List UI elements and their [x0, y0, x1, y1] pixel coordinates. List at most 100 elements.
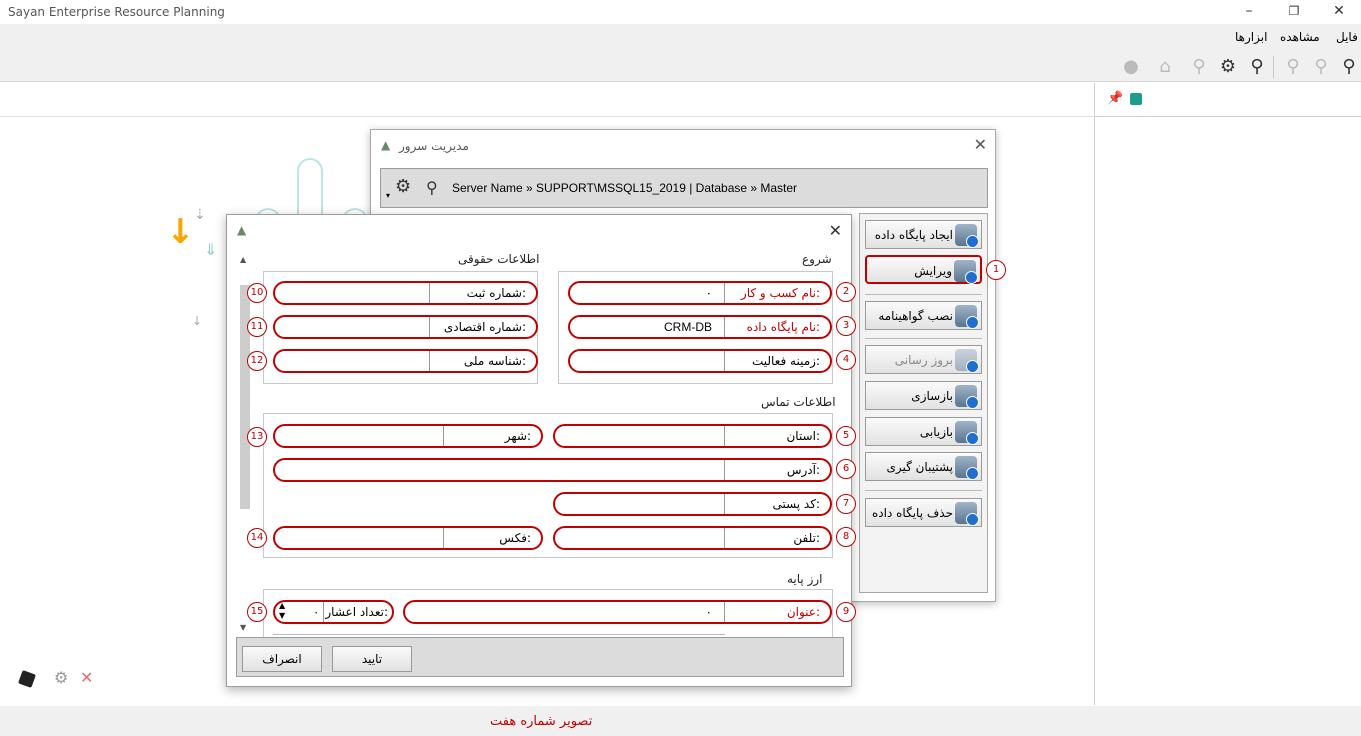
image-caption: تصویر شماره هفت [490, 714, 593, 729]
app-logo-icon: ▲ [237, 223, 247, 237]
user-icon[interactable]: ● [1120, 56, 1142, 78]
pin-icon[interactable]: 📌 [1107, 91, 1123, 106]
button-label: بازیابی [919, 425, 953, 439]
activity-field[interactable]: زمینه فعالیت: [568, 349, 832, 373]
plug-remove-icon[interactable]: ⚲ [1310, 56, 1332, 78]
work-area-header [0, 83, 1093, 117]
field-label: شماره ثبت: [466, 286, 526, 300]
scrollbar[interactable] [240, 285, 250, 509]
database-delete-icon [955, 502, 979, 526]
field-divider [724, 460, 725, 480]
right-panel-header: 📌 [1095, 83, 1361, 117]
field-value[interactable]: ٠ [313, 605, 319, 619]
button-label: پشتیبان گیری [886, 460, 953, 474]
cancel-button[interactable]: انصراف [242, 646, 322, 672]
annotation-badge: 7 [836, 494, 856, 514]
delete-database-button[interactable]: حذف پایگاه داده [865, 498, 982, 527]
minimize-icon[interactable]: – [1227, 0, 1271, 24]
fax-field[interactable]: فکس: [273, 526, 543, 550]
plug-add-icon[interactable]: ⚲ [1188, 56, 1210, 78]
update-database-button[interactable]: بروز رسانی [865, 345, 982, 374]
annotation-badge: 3 [836, 316, 856, 336]
field-divider [724, 351, 725, 371]
postal-code-field[interactable]: کد پستی: [553, 492, 832, 516]
business-name-field[interactable]: نام کسب و کار: ٠ [568, 281, 832, 305]
field-divider [724, 426, 725, 446]
menu-file[interactable]: فایل [1336, 30, 1358, 44]
plug-check-icon[interactable]: ⚲ [1282, 56, 1304, 78]
economic-number-field[interactable]: شماره اقتصادی: [273, 315, 538, 339]
decimals-stepper[interactable]: تعداد اعشار: ٠ ▲ ▼ [273, 600, 394, 624]
phone-field[interactable]: تلفن: [553, 526, 832, 550]
field-label: شماره اقتصادی: [443, 320, 526, 334]
annotation-badge: 8 [836, 527, 856, 547]
field-divider [429, 351, 430, 371]
annotation-badge: 11 [247, 317, 267, 337]
plug-connect-icon[interactable]: ⚲ [1338, 56, 1360, 78]
province-field[interactable]: استان: [553, 424, 832, 448]
menu-toolbar: فایل مشاهده ابزارها ● ⌂ ⚲ ⚙ ⚲ ⚲ ⚲ ⚲ [0, 24, 1361, 82]
gears-icon[interactable]: ⚙ [395, 176, 411, 197]
database-update-icon [955, 349, 979, 373]
plug-icon[interactable]: ⚲ [426, 178, 438, 197]
chevron-down-icon[interactable]: ▾ [386, 191, 390, 200]
field-divider [724, 317, 725, 337]
annotation-badge: 14 [247, 528, 267, 548]
edit-database-button[interactable]: ویرایش [865, 255, 982, 284]
field-value[interactable]: ٠ [706, 605, 712, 619]
close-icon[interactable]: ✕ [829, 221, 842, 240]
arrow-down-icon: ↓ [166, 212, 195, 252]
field-divider [724, 494, 725, 514]
field-value[interactable]: CRM-DB [664, 320, 712, 334]
button-label: حذف پایگاه داده [872, 506, 953, 520]
menu-tools[interactable]: ابزارها [1235, 30, 1267, 44]
workflow-tool-icon[interactable] [18, 670, 36, 688]
field-label: تعداد اعشار: [325, 605, 388, 619]
close-icon[interactable]: ✕ [974, 135, 987, 154]
field-label: نام پایگاه داده: [746, 320, 820, 334]
annotation-badge: 13 [247, 427, 267, 447]
panel-tool-icon[interactable] [1130, 93, 1142, 105]
ok-button[interactable]: تایید [332, 646, 412, 672]
database-restore-icon [955, 421, 979, 445]
gear-icon[interactable]: ⚙ [1217, 56, 1239, 78]
address-field[interactable]: آدرس: [273, 458, 832, 482]
annotation-badge: 10 [247, 283, 267, 303]
create-database-button[interactable]: ایجاد پایگاه داده [865, 220, 982, 249]
database-backup-icon [955, 456, 979, 480]
edit-database-dialog: ▲ ✕ ▲ ▼ شروع اطلاعات حقوقی اطلاعات تماس … [226, 214, 856, 687]
database-name-field[interactable]: نام پایگاه داده: CRM-DB [568, 315, 832, 339]
field-label: استان: [786, 429, 820, 443]
field-divider [429, 317, 430, 337]
field-divider [429, 283, 430, 303]
national-id-field[interactable]: شناسه ملی: [273, 349, 538, 373]
close-icon[interactable]: ✕ [1317, 0, 1361, 24]
city-field[interactable]: شهر: [273, 424, 543, 448]
database-add-icon [955, 224, 979, 248]
registration-number-field[interactable]: شماره ثبت: [273, 281, 538, 305]
backup-database-button[interactable]: پشتیبان گیری [865, 452, 982, 481]
home-icon[interactable]: ⌂ [1154, 56, 1176, 78]
divider [865, 294, 982, 295]
currency-title-field[interactable]: عنوان: ٠ [403, 600, 832, 624]
rebuild-database-button[interactable]: بازسازی [865, 381, 982, 410]
field-value[interactable]: ٠ [706, 286, 712, 300]
restore-icon[interactable]: ❐ [1272, 0, 1316, 24]
database-license-icon [955, 305, 979, 329]
title-bar: Sayan Enterprise Resource Planning – ❐ ✕ [0, 0, 1361, 24]
delete-icon[interactable]: ✕ [80, 668, 93, 687]
stepper-arrows-icon[interactable]: ▲ ▼ [279, 601, 285, 621]
menu-view[interactable]: مشاهده [1280, 30, 1320, 44]
arrow-down-icon: ↓ [192, 314, 203, 328]
settings-icon[interactable]: ⚙ [54, 668, 68, 687]
restore-database-button[interactable]: بازیابی [865, 417, 982, 446]
scroll-down-icon[interactable]: ▼ [240, 623, 246, 632]
section-contact-title: اطلاعات تماس [761, 395, 836, 409]
button-label: ویرایش [914, 264, 952, 278]
window-title: Sayan Enterprise Resource Planning [8, 5, 225, 19]
install-license-button[interactable]: نصب گواهینامه [865, 301, 982, 330]
database-edit-icon [954, 260, 978, 284]
dialog-footer: تایید انصراف [236, 637, 844, 677]
plug-info-icon[interactable]: ⚲ [1246, 56, 1268, 78]
scroll-up-icon[interactable]: ▲ [240, 255, 246, 264]
